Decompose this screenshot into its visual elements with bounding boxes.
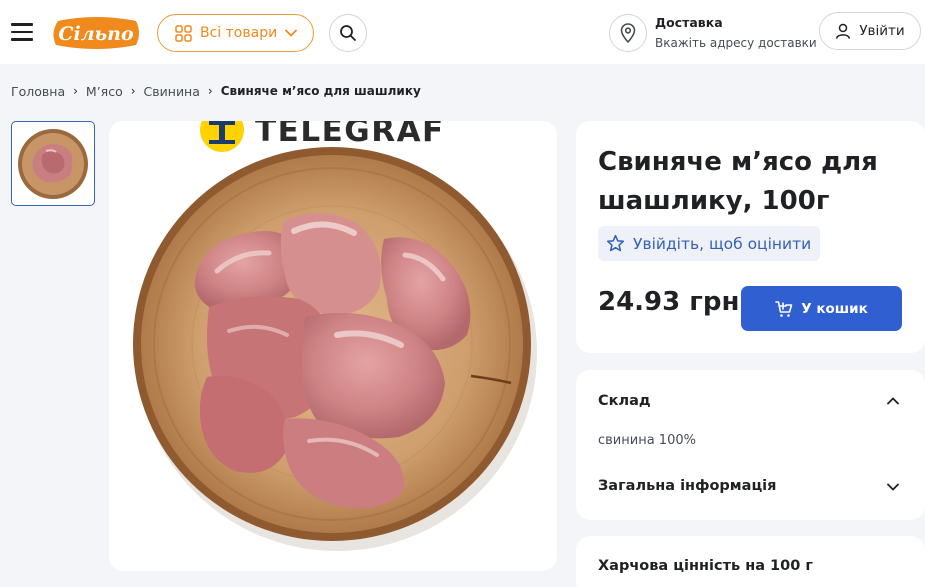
user-icon bbox=[836, 23, 851, 39]
breadcrumb-pork[interactable]: Свинина bbox=[144, 84, 200, 99]
details-card: Склад свинина 100% Загальна інформація bbox=[576, 370, 925, 520]
rate-button[interactable]: Увійдіть, щоб оцінити bbox=[598, 226, 820, 261]
star-icon bbox=[606, 234, 625, 252]
gallery-thumbnail[interactable] bbox=[11, 121, 95, 206]
composition-text: свинина 100% bbox=[598, 433, 696, 448]
menu-icon[interactable] bbox=[11, 23, 33, 41]
nutrition-title[interactable]: Харчова цінність на 100 г bbox=[598, 558, 813, 574]
login-button[interactable]: Увійти bbox=[819, 12, 921, 50]
delivery-title: Доставка bbox=[655, 15, 723, 30]
rate-label: Увійдіть, щоб оцінити bbox=[633, 234, 812, 253]
watermark-text: TELEGRAF bbox=[255, 121, 445, 149]
telegraf-watermark: TELEGRAF bbox=[247, 121, 445, 153]
login-label: Увійти bbox=[859, 23, 905, 39]
breadcrumb-meat[interactable]: М’ясо bbox=[86, 84, 123, 99]
delivery-subtitle: Вкажіть адресу доставки bbox=[655, 36, 817, 50]
cart-plus-icon bbox=[775, 300, 793, 317]
product-title: Свиняче м’ясо для шашлику, 100г bbox=[598, 147, 878, 216]
composition-title[interactable]: Склад bbox=[598, 393, 651, 409]
breadcrumb-current: Свиняче м’ясо для шашлику bbox=[220, 84, 421, 98]
chevron-right-icon: › bbox=[73, 84, 78, 98]
location-pin-icon bbox=[620, 23, 636, 43]
catalog-button[interactable]: Всі товари bbox=[157, 14, 314, 52]
catalog-label: Всі товари bbox=[200, 25, 278, 41]
logo-text: Сільпо bbox=[58, 23, 134, 45]
product-image bbox=[133, 121, 537, 551]
product-price: 24.93 грн bbox=[598, 287, 740, 317]
thumbnail-image bbox=[18, 128, 88, 199]
delivery-info[interactable]: Доставка Вкажіть адресу доставки bbox=[655, 14, 817, 52]
chevron-right-icon: › bbox=[130, 84, 136, 98]
chevron-down-icon[interactable] bbox=[887, 483, 899, 491]
product-image-panel: TELEGRAF bbox=[109, 121, 557, 571]
cart-label: У кошик bbox=[801, 300, 868, 317]
search-icon bbox=[340, 25, 356, 41]
general-info-title[interactable]: Загальна інформація bbox=[598, 478, 776, 494]
location-button[interactable] bbox=[609, 14, 647, 52]
header: Сільпо Всі товари Доставка Вкажіть адрес… bbox=[0, 0, 925, 64]
chevron-down-icon bbox=[285, 29, 298, 37]
add-to-cart-button[interactable]: У кошик bbox=[741, 286, 902, 331]
chevron-up-icon[interactable] bbox=[887, 397, 899, 405]
breadcrumb-home[interactable]: Головна bbox=[11, 84, 65, 99]
grid-icon bbox=[175, 24, 192, 42]
breadcrumb: Головна › М’ясо › Свинина › Свиняче м’яс… bbox=[11, 82, 421, 100]
nutrition-card: Харчова цінність на 100 г bbox=[576, 536, 925, 587]
chevron-right-icon: › bbox=[207, 84, 213, 98]
search-button[interactable] bbox=[329, 14, 367, 52]
logo[interactable]: Сільпо bbox=[50, 15, 142, 51]
product-info-card: Свиняче м’ясо для шашлику, 100г Увійдіть… bbox=[576, 121, 925, 353]
